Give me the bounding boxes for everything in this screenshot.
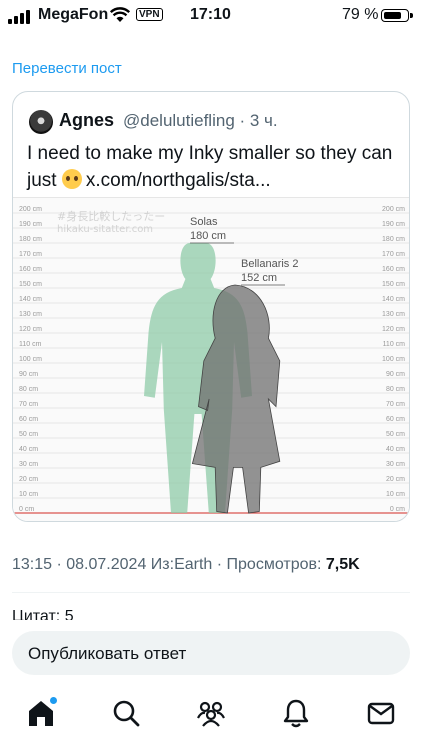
bellanaris-height: 152 cm xyxy=(241,272,277,284)
tick-label-left: 20 cm xyxy=(19,476,38,483)
tick-label-right: 30 cm xyxy=(386,461,405,468)
signal-icon xyxy=(8,10,34,24)
status-time: 17:10 xyxy=(190,6,231,23)
home-notification-dot xyxy=(50,697,57,704)
tick-label-left: 40 cm xyxy=(19,446,38,453)
solas-name: Solas xyxy=(190,216,218,228)
tick-label-left: 60 cm xyxy=(19,416,38,423)
tick-label-left: 30 cm xyxy=(19,461,38,468)
tick-label-right: 40 cm xyxy=(386,446,405,453)
watermark: #身長比較したったー xyxy=(57,209,165,223)
reply-input[interactable]: Опубликовать ответ xyxy=(12,631,410,675)
reply-bar: Опубликовать ответ xyxy=(0,620,423,750)
battery-percent: 79 % xyxy=(342,6,379,23)
tick-label-right: 110 cm xyxy=(383,341,406,348)
height-comparison-image[interactable]: 200 cm 200 cm 190 cm 190 cm 180 cm 180 cm 170 … xyxy=(13,197,409,521)
wifi-icon xyxy=(109,7,131,23)
translate-post-link[interactable]: Перевести пост xyxy=(12,60,122,77)
divider xyxy=(12,592,410,593)
tick-label-left: 170 cm xyxy=(19,251,42,258)
tick-label-left: 120 cm xyxy=(19,326,42,333)
tick-label-right: 190 cm xyxy=(382,221,405,228)
avatar[interactable] xyxy=(29,110,53,134)
tick-label-right: 80 cm xyxy=(386,386,405,393)
post-meta: 13:15 · 08.07.2024 Из:Earth · Просмотров… xyxy=(12,556,360,574)
status-bar: MegaFon VPN 17:10 79 % xyxy=(0,0,423,30)
battery-icon xyxy=(381,9,413,22)
tick-label-left: 90 cm xyxy=(19,371,38,378)
tick-label-left: 140 cm xyxy=(19,296,42,303)
tick-label-left: 150 cm xyxy=(19,281,42,288)
carrier-name: MegaFon xyxy=(38,6,109,23)
vpn-badge: VPN xyxy=(136,8,163,21)
quote-author-name[interactable]: Agnes xyxy=(59,110,114,131)
tick-label-left: 200 cm xyxy=(19,206,42,213)
tick-label-left: 70 cm xyxy=(19,401,38,408)
tick-label-right: 120 cm xyxy=(382,326,405,333)
tick-label-right: 50 cm xyxy=(386,431,405,438)
tick-label-right: 130 cm xyxy=(382,311,405,318)
tick-label-left: 80 cm xyxy=(19,386,38,393)
quote-link[interactable]: x.com/northgalis/sta... xyxy=(86,170,271,191)
tick-label-left: 160 cm xyxy=(19,266,42,273)
tick-label-left: 50 cm xyxy=(19,431,38,438)
messages-icon[interactable] xyxy=(366,698,396,728)
tick-label-right: 180 cm xyxy=(382,236,405,243)
tick-label-right: 140 cm xyxy=(382,296,405,303)
tick-label-right: 160 cm xyxy=(382,266,405,273)
quote-text: I need to make my Inky smaller so they c… xyxy=(27,140,397,194)
quotes-count[interactable]: Цитат: 5 xyxy=(12,608,74,620)
height-chart: 200 cm 200 cm 190 cm 190 cm 180 cm 180 cm 170 … xyxy=(13,206,409,514)
watermark: hikaku-sitatter.com xyxy=(57,224,153,235)
tick-label-right: 20 cm xyxy=(386,476,405,483)
tick-label-left: 100 cm xyxy=(19,356,42,363)
tick-label-left: 130 cm xyxy=(19,311,42,318)
tick-label-left: 190 cm xyxy=(19,221,42,228)
tick-label-left: 10 cm xyxy=(19,491,38,498)
tick-label-right: 150 cm xyxy=(382,281,405,288)
tick-label-left: 110 cm xyxy=(19,341,42,348)
solas-height: 180 cm xyxy=(190,230,226,242)
search-icon[interactable] xyxy=(111,698,141,728)
tick-label-right: 10 cm xyxy=(386,491,405,498)
view-count: 7,5K xyxy=(325,556,360,573)
tick-label-right: 90 cm xyxy=(386,371,405,378)
post-time-date: 13:15 · 08.07.2024 Из:Earth · Просмотров… xyxy=(12,556,322,573)
quote-author-handle: @delulutiefling · 3 ч. xyxy=(123,111,278,130)
tick-label-right: 100 cm xyxy=(382,356,405,363)
notifications-icon[interactable] xyxy=(281,698,311,728)
tick-label-left: 0 cm xyxy=(19,506,34,513)
tick-label-right: 170 cm xyxy=(382,251,405,258)
tick-label-right: 60 cm xyxy=(386,416,405,423)
communities-icon[interactable] xyxy=(196,698,226,728)
quoted-post-card[interactable]: Agnes @delulutiefling · 3 ч. I need to m… xyxy=(12,91,410,522)
tick-label-right: 70 cm xyxy=(386,401,405,408)
pleading-face-emoji-icon xyxy=(61,169,82,189)
bellanaris-name: Bellanaris 2 xyxy=(241,258,298,270)
tick-label-right: 0 cm xyxy=(390,506,405,513)
tick-label-right: 200 cm xyxy=(382,206,405,213)
tick-label-left: 180 cm xyxy=(19,236,42,243)
